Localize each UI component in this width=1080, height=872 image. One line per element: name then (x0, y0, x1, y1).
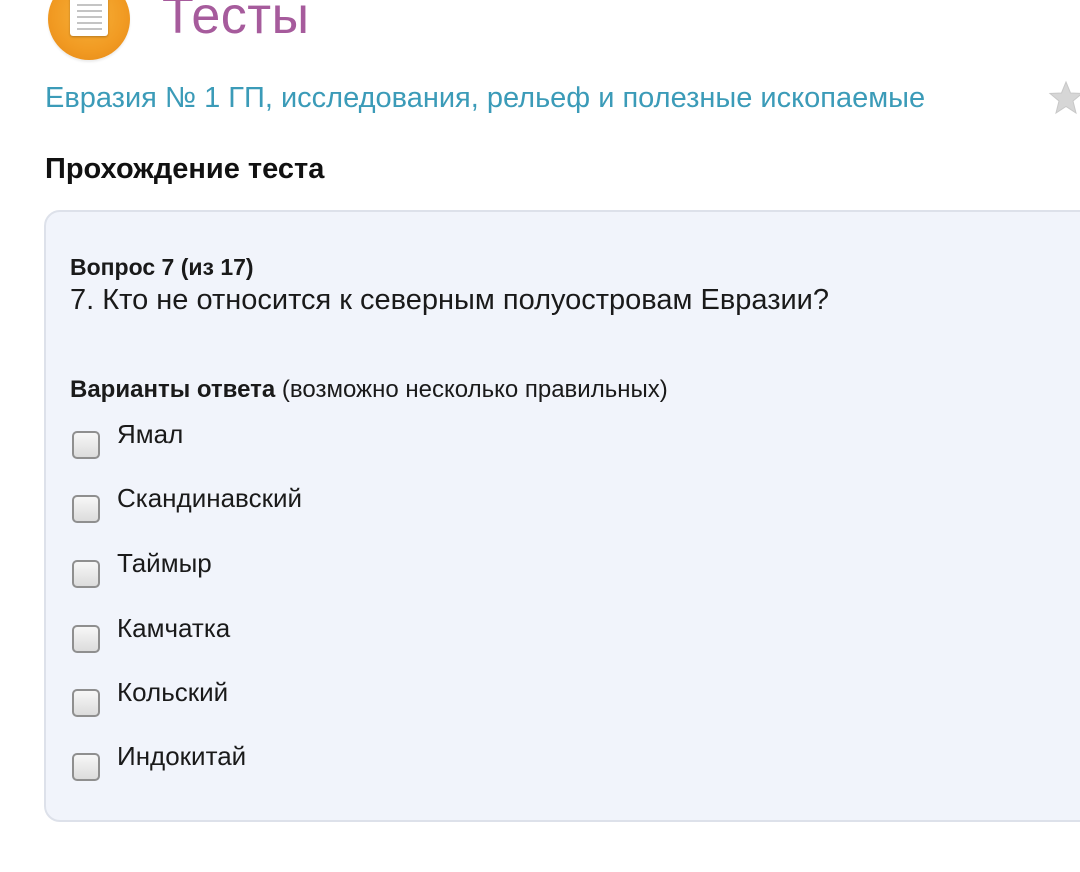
answer-checkbox[interactable] (72, 495, 100, 523)
answers-label-note: (возможно несколько правильных) (275, 376, 668, 403)
test-title-link[interactable]: Евразия № 1 ГП, исследования, рельеф и п… (45, 80, 925, 116)
page: Тесты Евразия № 1 ГП, исследования, рель… (0, 0, 1080, 872)
site-title: Тесты (162, 0, 310, 45)
answers-label: Варианты ответа (возможно несколько прав… (70, 376, 668, 404)
answer-checkbox[interactable] (72, 689, 100, 717)
answer-checkbox[interactable] (72, 625, 100, 653)
answer-option-label[interactable]: Ямал (117, 419, 183, 450)
answer-option-label[interactable]: Кольский (117, 677, 228, 708)
test-sheet-icon (48, 0, 130, 60)
answer-option[interactable]: Скандинавский (70, 483, 670, 523)
answer-option-label[interactable]: Скандинавский (117, 483, 302, 514)
question-number: Вопрос 7 (из 17) (70, 254, 254, 280)
answer-option[interactable]: Таймыр (70, 548, 670, 588)
star-icon[interactable] (1048, 80, 1080, 116)
sheet-lines-icon (70, 0, 108, 36)
answers-label-title: Варианты ответа (70, 376, 276, 403)
answer-checkbox[interactable] (72, 753, 100, 781)
question-text: 7. Кто не относится к северным полуостро… (70, 284, 830, 316)
answer-checkbox[interactable] (72, 431, 100, 459)
answer-checkbox[interactable] (72, 560, 100, 588)
page-heading: Прохождение теста (45, 153, 325, 185)
answer-option[interactable]: Кольский (70, 677, 670, 717)
answer-option-label[interactable]: Индокитай (117, 741, 246, 772)
answer-option[interactable]: Ямал (70, 419, 670, 459)
question-panel: Вопрос 7 (из 17) 7. Кто не относится к с… (44, 210, 1080, 822)
answer-option-label[interactable]: Таймыр (117, 548, 212, 579)
answer-option-label[interactable]: Камчатка (117, 613, 230, 644)
answer-option[interactable]: Камчатка (70, 613, 670, 653)
answer-option[interactable]: Индокитай (70, 741, 670, 781)
